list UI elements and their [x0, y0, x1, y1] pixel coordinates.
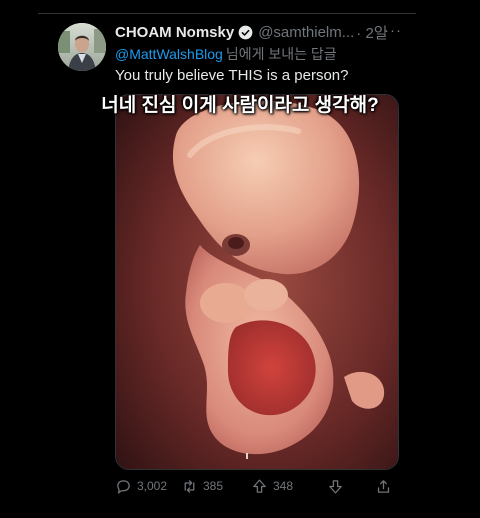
reply-suffix: 님에게 보내는 답글 [225, 46, 337, 62]
like-count: 348 [273, 479, 294, 493]
avatar-photo [58, 23, 106, 71]
handle[interactable]: @samthielm... [258, 24, 354, 41]
more-icon[interactable]: ··· [384, 22, 402, 39]
downvote-button[interactable] [327, 476, 344, 496]
verified-badge-icon [238, 25, 253, 39]
retweet-button[interactable]: 385 [181, 476, 223, 496]
retweet-icon [184, 479, 195, 493]
tweet-text: You truly believe THIS is a person? [115, 67, 349, 84]
timestamp[interactable]: · 2일 [356, 22, 387, 43]
share-button[interactable] [375, 476, 392, 496]
downvote-icon [329, 479, 342, 494]
upvote-button[interactable]: 348 [251, 476, 293, 496]
embryo-photo [116, 95, 398, 469]
reply-mention-link[interactable]: @MattWalshBlog [115, 46, 223, 62]
tweet-header: CHOAM Nomsky @samthielm... · 2일 [115, 22, 422, 42]
upvote-icon [253, 478, 266, 493]
display-name[interactable]: CHOAM Nomsky [115, 24, 234, 41]
avatar[interactable] [58, 23, 106, 71]
reply-context: @MattWalshBlog 님에게 보내는 답글 [115, 44, 337, 64]
reply-icon [117, 479, 130, 494]
tweet-media-image[interactable] [115, 94, 399, 470]
share-icon [377, 479, 390, 493]
reply-count: 3,002 [137, 479, 168, 493]
top-divider [38, 13, 416, 14]
overlay-caption: 너네 진심 이게 사람이라고 생각해? [101, 95, 379, 116]
retweet-count: 385 [203, 479, 224, 493]
reply-button[interactable]: 3,002 [115, 476, 167, 496]
action-bar: 3,002 385 348 [115, 476, 399, 496]
